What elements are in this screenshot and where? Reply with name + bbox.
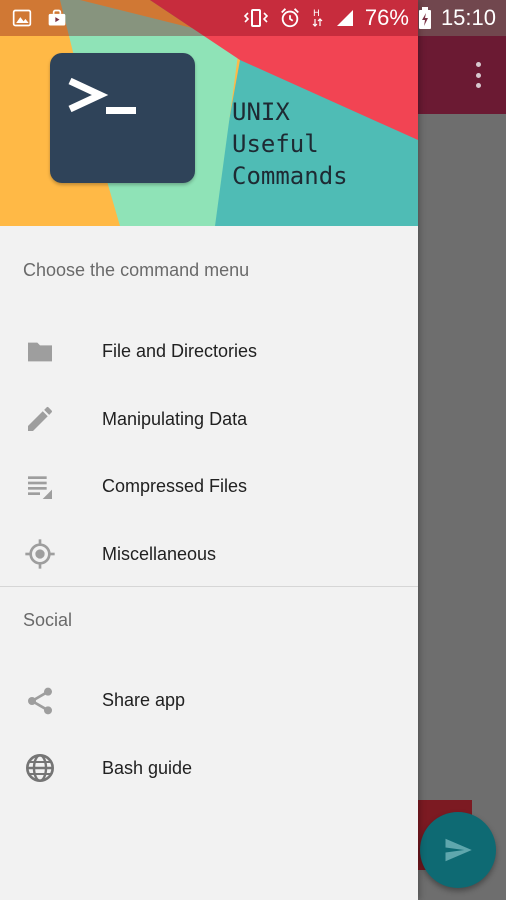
app-title-line-2: Useful — [232, 130, 319, 158]
signal-icon — [336, 10, 353, 26]
command-menu-section: Choose the command menu File and Directo… — [0, 258, 418, 588]
navigation-drawer: UNIX Useful Commands Choose the command … — [0, 0, 418, 900]
terminal-logo — [50, 53, 195, 183]
hplus-icon: H — [312, 9, 323, 27]
menu-item-label: Bash guide — [102, 757, 193, 778]
social-section: Social Share app Bash guide — [0, 608, 418, 802]
send-icon — [445, 838, 472, 862]
svg-text:H: H — [313, 9, 320, 19]
shopping-bag-icon — [48, 9, 66, 26]
vibrate-icon — [243, 9, 269, 27]
battery-icon — [418, 7, 431, 29]
menu-item-label: Compressed Files — [102, 476, 248, 497]
section-divider — [0, 586, 418, 587]
menu-item-compressed-files[interactable]: Compressed Files — [0, 453, 418, 521]
alarm-icon — [280, 8, 299, 28]
section-title-commands: Choose the command menu — [23, 260, 250, 280]
menu-item-label: File and Directories — [102, 341, 258, 362]
folder-icon — [28, 342, 52, 362]
menu-item-label: Miscellaneous — [102, 543, 217, 564]
clock: 15:10 — [440, 5, 496, 30]
menu-item-manipulating-data[interactable]: Manipulating Data — [0, 386, 418, 454]
status-bar: H 76% 15:10 — [0, 0, 506, 36]
crosshair-icon — [25, 539, 55, 569]
share-icon — [28, 687, 52, 715]
battery-percent: 76% — [364, 5, 409, 30]
menu-item-file-and-directories[interactable]: File and Directories — [0, 318, 418, 386]
compress-icon — [28, 476, 52, 499]
app-title: UNIX Useful Commands — [232, 96, 348, 192]
app-title-line-3: Commands — [232, 162, 348, 190]
menu-item-label: Manipulating Data — [102, 408, 248, 429]
image-icon — [12, 9, 32, 27]
overflow-menu-icon[interactable] — [474, 62, 482, 88]
send-fab-button[interactable] — [420, 812, 496, 888]
menu-item-label: Share app — [102, 690, 186, 711]
menu-item-bash-guide[interactable]: Bash guide — [0, 735, 418, 803]
section-title-social: Social — [23, 610, 73, 630]
globe-icon — [26, 754, 54, 783]
menu-item-miscellaneous[interactable]: Miscellaneous — [0, 521, 418, 589]
menu-item-share-app[interactable]: Share app — [0, 667, 418, 735]
pencil-icon — [28, 407, 52, 432]
app-title-line-1: UNIX — [232, 98, 290, 126]
